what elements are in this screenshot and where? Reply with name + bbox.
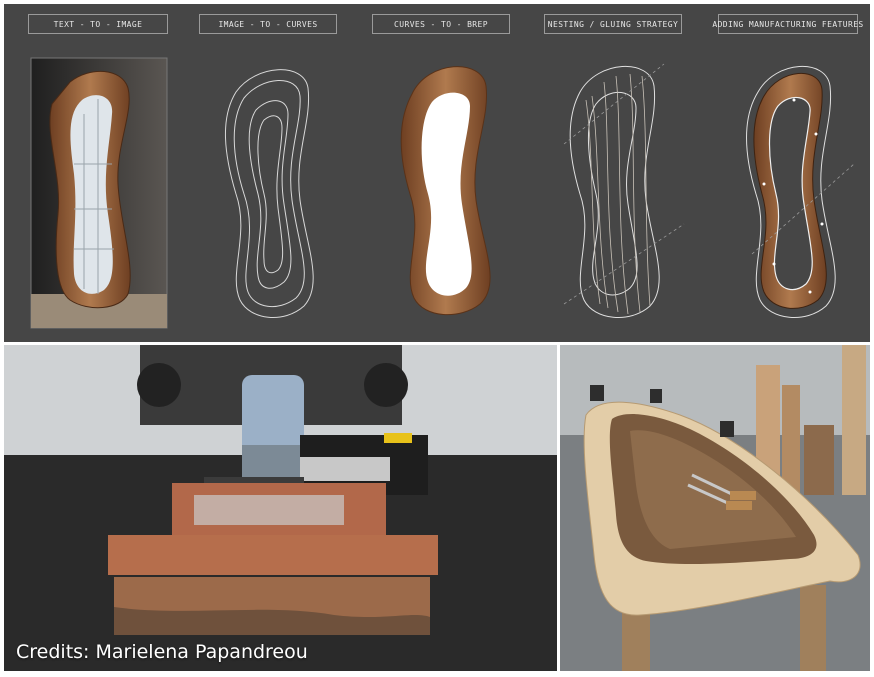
robot-photo: Credits: Marielena Papandreou bbox=[4, 345, 557, 671]
workshop-photo bbox=[560, 345, 870, 671]
pipeline-panel: TEXT - TO - IMAGE IMAGE - TO - CURVES CU… bbox=[4, 4, 870, 342]
mirror-manufacturing-model bbox=[746, 65, 855, 318]
mirror-brep-model bbox=[400, 66, 491, 316]
photo-credits: Credits: Marielena Papandreou bbox=[16, 641, 308, 663]
pipeline-illustrations bbox=[30, 57, 855, 329]
mirror-nesting-drawing bbox=[563, 63, 685, 318]
mirror-render-image bbox=[30, 57, 168, 329]
mirror-curves-drawing bbox=[224, 69, 314, 318]
